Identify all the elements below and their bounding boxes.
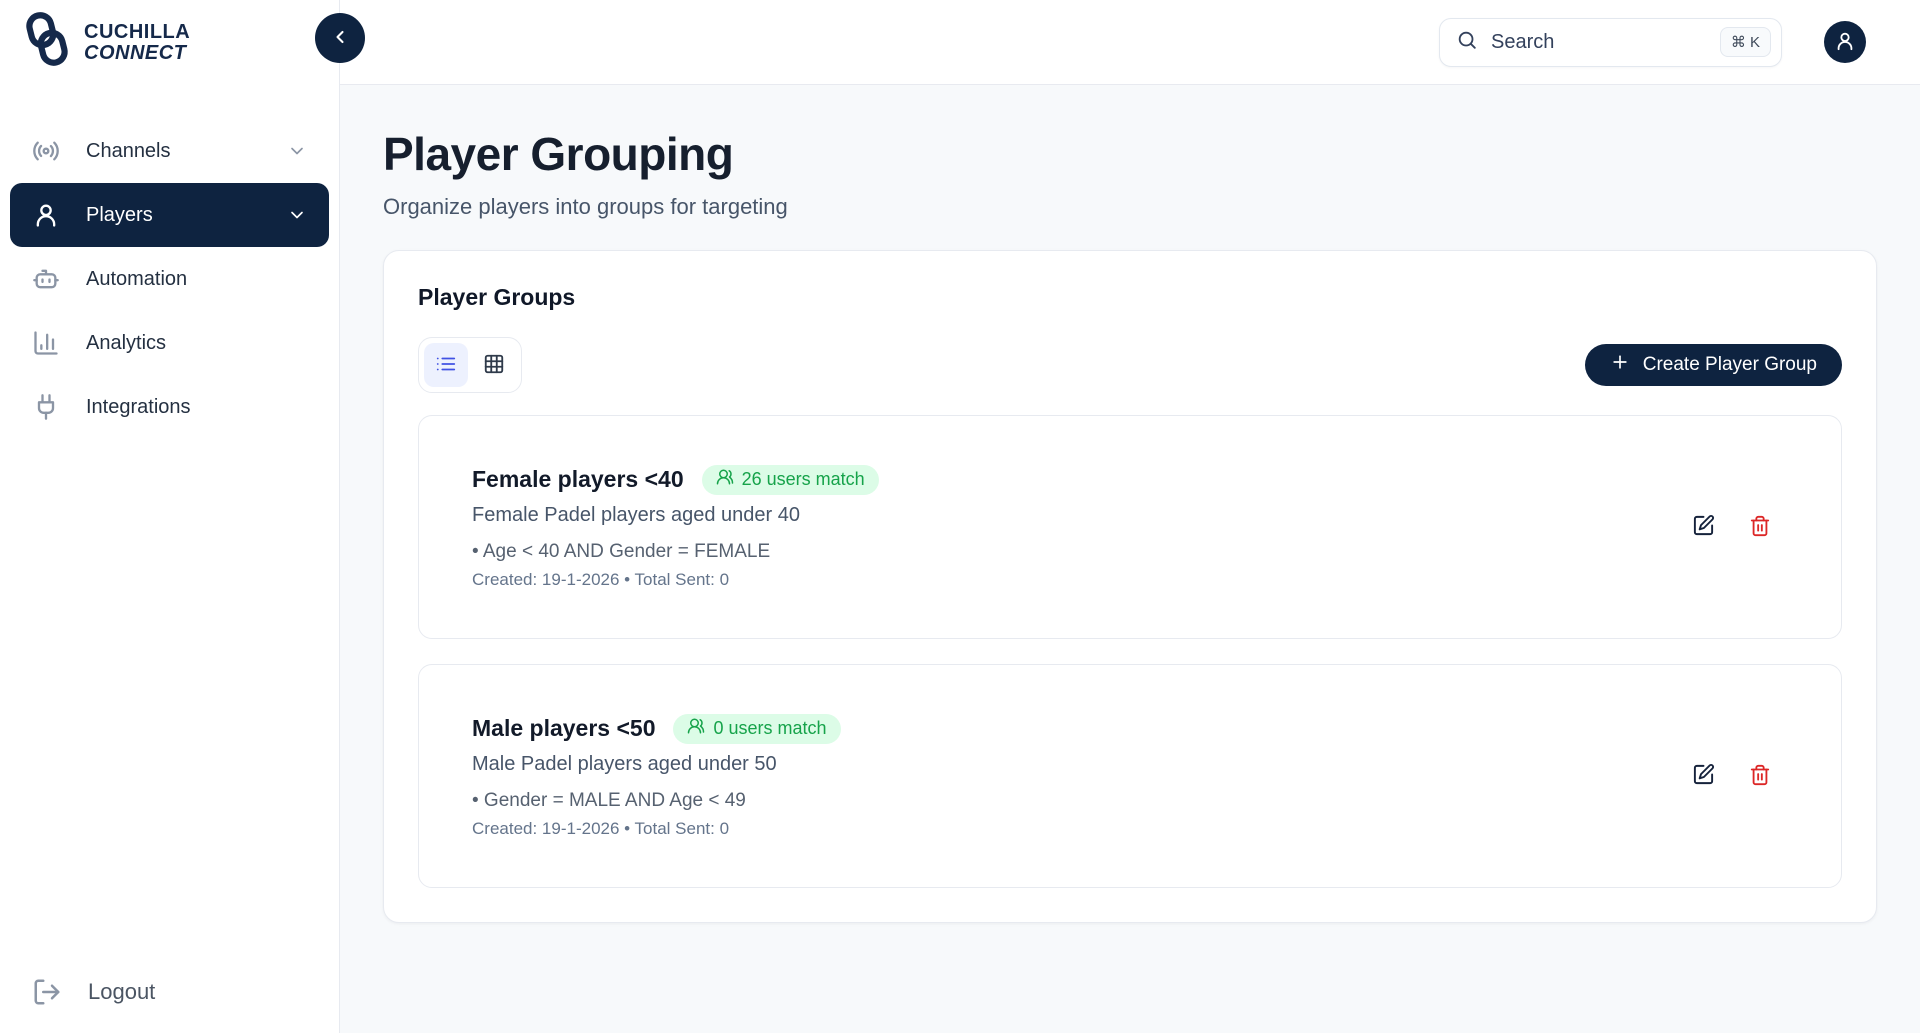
grid-view-button[interactable] bbox=[472, 343, 516, 387]
bot-icon bbox=[32, 265, 60, 293]
sidebar-item-integrations[interactable]: Integrations bbox=[10, 375, 329, 439]
edit-pencil-icon bbox=[1692, 763, 1715, 789]
group-name: Male players <50 bbox=[472, 715, 655, 742]
group-actions bbox=[1692, 514, 1771, 540]
edit-group-button[interactable] bbox=[1692, 514, 1715, 540]
group-meta: Created: 19-1-2026 • Total Sent: 0 bbox=[472, 570, 879, 590]
logout-button[interactable]: Logout bbox=[32, 977, 155, 1007]
delete-group-button[interactable] bbox=[1749, 764, 1771, 789]
create-player-group-label: Create Player Group bbox=[1643, 354, 1817, 376]
users-icon bbox=[687, 717, 705, 740]
trash-icon bbox=[1749, 515, 1771, 540]
logout-icon bbox=[32, 977, 62, 1007]
sidebar-item-automation[interactable]: Automation bbox=[10, 247, 329, 311]
sidebar-item-label: Channels bbox=[86, 140, 171, 163]
app-root: CUCHILLA CONNECT Channels Players bbox=[0, 0, 1920, 1033]
plug-icon bbox=[32, 393, 60, 421]
sidebar-item-label: Automation bbox=[86, 268, 187, 291]
sidebar-item-players[interactable]: Players bbox=[10, 183, 329, 247]
trash-icon bbox=[1749, 764, 1771, 789]
sidebar-nav: Channels Players Automation bbox=[0, 119, 339, 439]
sidebar-item-label: Players bbox=[86, 204, 153, 227]
group-description: Male Padel players aged under 50 bbox=[472, 753, 841, 776]
player-groups-panel: Player Groups bbox=[383, 250, 1877, 923]
top-header: ⌘ K bbox=[340, 0, 1920, 85]
sidebar: CUCHILLA CONNECT Channels Players bbox=[0, 0, 340, 1033]
sidebar-item-analytics[interactable]: Analytics bbox=[10, 311, 329, 375]
sidebar-item-channels[interactable]: Channels bbox=[10, 119, 329, 183]
group-info: Male players <50 0 users match Male Pade… bbox=[472, 714, 841, 839]
users-icon bbox=[716, 468, 734, 491]
search-icon bbox=[1456, 29, 1478, 56]
group-meta: Created: 19-1-2026 • Total Sent: 0 bbox=[472, 819, 841, 839]
user-icon bbox=[32, 201, 60, 229]
users-match-label: 0 users match bbox=[713, 718, 826, 739]
group-actions bbox=[1692, 763, 1771, 789]
group-name: Female players <40 bbox=[472, 466, 684, 493]
page-title: Player Grouping bbox=[383, 127, 1877, 181]
list-icon bbox=[435, 353, 457, 378]
delete-group-button[interactable] bbox=[1749, 515, 1771, 540]
users-match-badge: 0 users match bbox=[673, 714, 840, 744]
main-column: ⌘ K Player Grouping Organize players int… bbox=[340, 0, 1920, 1033]
sidebar-collapse-button[interactable] bbox=[315, 13, 365, 63]
group-rule: • Age < 40 AND Gender = FEMALE bbox=[472, 541, 879, 563]
brand-line2: CONNECT bbox=[84, 43, 190, 64]
page-content: Player Grouping Organize players into gr… bbox=[340, 85, 1920, 1033]
bar-chart-icon bbox=[32, 329, 60, 357]
user-avatar-button[interactable] bbox=[1824, 21, 1866, 63]
player-group-card: Female players <40 26 users match Female… bbox=[418, 415, 1842, 639]
grid-icon bbox=[483, 353, 505, 378]
radio-icon bbox=[32, 137, 60, 165]
brand-name: CUCHILLA CONNECT bbox=[84, 22, 190, 64]
logout-label: Logout bbox=[88, 979, 155, 1005]
search-shortcut-badge: ⌘ K bbox=[1720, 27, 1771, 57]
brand-line1: CUCHILLA bbox=[84, 22, 190, 43]
chain-links-logo-icon bbox=[22, 12, 72, 73]
view-toggle bbox=[418, 337, 522, 393]
search-input[interactable] bbox=[1491, 31, 1707, 54]
plus-icon bbox=[1610, 352, 1630, 378]
panel-toolbar: Create Player Group bbox=[418, 337, 1842, 393]
users-match-badge: 26 users match bbox=[702, 465, 879, 495]
page-subtitle: Organize players into groups for targeti… bbox=[383, 194, 1877, 220]
user-icon bbox=[1834, 30, 1856, 55]
chevron-down-icon bbox=[287, 141, 307, 161]
brand-logo: CUCHILLA CONNECT bbox=[0, 0, 339, 73]
search-box[interactable]: ⌘ K bbox=[1439, 18, 1782, 67]
sidebar-item-label: Integrations bbox=[86, 396, 191, 419]
sidebar-item-label: Analytics bbox=[86, 332, 166, 355]
create-player-group-button[interactable]: Create Player Group bbox=[1585, 344, 1842, 386]
list-view-button[interactable] bbox=[424, 343, 468, 387]
chevron-down-icon bbox=[287, 205, 307, 225]
player-group-card: Male players <50 0 users match Male Pade… bbox=[418, 664, 1842, 888]
edit-group-button[interactable] bbox=[1692, 763, 1715, 789]
group-info: Female players <40 26 users match Female… bbox=[472, 465, 879, 590]
group-description: Female Padel players aged under 40 bbox=[472, 504, 879, 527]
users-match-label: 26 users match bbox=[742, 469, 865, 490]
panel-title: Player Groups bbox=[418, 284, 1842, 311]
edit-pencil-icon bbox=[1692, 514, 1715, 540]
chevron-left-icon bbox=[330, 27, 350, 50]
group-rule: • Gender = MALE AND Age < 49 bbox=[472, 790, 841, 812]
